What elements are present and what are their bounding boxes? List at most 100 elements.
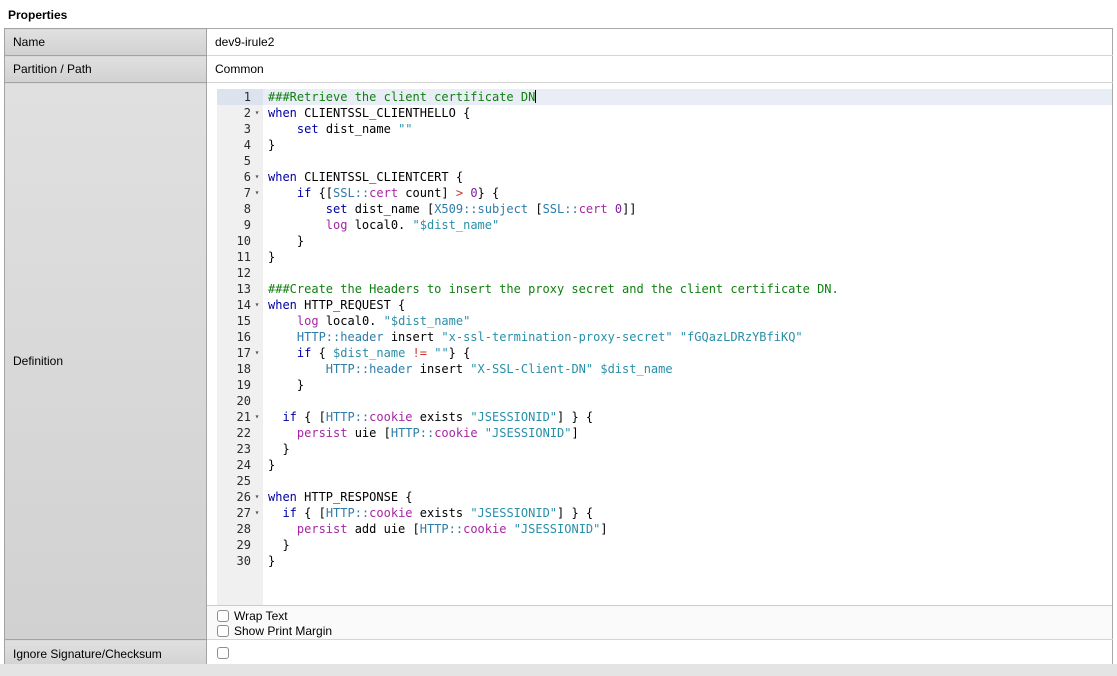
code-line[interactable] xyxy=(263,393,1112,409)
fold-arrow-icon[interactable]: ▾ xyxy=(251,169,263,185)
code-line[interactable]: HTTP::header insert "X-SSL-Client-DN" $d… xyxy=(263,361,1112,377)
line-number[interactable]: 20 xyxy=(217,393,263,409)
code-token: ] xyxy=(572,426,579,440)
line-number[interactable]: 27▾ xyxy=(217,505,263,521)
line-number[interactable]: 8 xyxy=(217,201,263,217)
code-line[interactable] xyxy=(263,153,1112,169)
code-token: ###Create the Headers to insert the prox… xyxy=(268,282,839,296)
line-number[interactable]: 16 xyxy=(217,329,263,345)
line-number[interactable]: 19 xyxy=(217,377,263,393)
line-number[interactable]: 22 xyxy=(217,425,263,441)
fold-arrow-icon[interactable]: ▾ xyxy=(251,409,263,425)
code-line[interactable]: ###Retrieve the client certificate DN xyxy=(263,89,1112,105)
line-number[interactable]: 12 xyxy=(217,265,263,281)
code-line[interactable]: set dist_name "" xyxy=(263,121,1112,137)
show-print-margin-option[interactable]: Show Print Margin xyxy=(217,623,1112,638)
code-editor[interactable]: 12▾3456▾7▾891011121314▾151617▾18192021▾2… xyxy=(217,89,1112,605)
fold-arrow-icon[interactable]: ▾ xyxy=(251,297,263,313)
fold-arrow-icon[interactable]: ▾ xyxy=(251,105,263,121)
code-line[interactable]: when HTTP_RESPONSE { xyxy=(263,489,1112,505)
code-token xyxy=(405,346,412,360)
code-token: } xyxy=(268,234,304,248)
code-token: if xyxy=(297,186,311,200)
code-line[interactable]: HTTP::header insert "x-ssl-termination-p… xyxy=(263,329,1112,345)
line-number[interactable]: 18 xyxy=(217,361,263,377)
line-number[interactable]: 28 xyxy=(217,521,263,537)
line-number[interactable]: 4 xyxy=(217,137,263,153)
code-line[interactable]: } xyxy=(263,233,1112,249)
show-print-margin-checkbox[interactable] xyxy=(217,625,229,637)
line-number[interactable]: 25 xyxy=(217,473,263,489)
line-number[interactable]: 14▾ xyxy=(217,297,263,313)
code-line[interactable]: log local0. "$dist_name" xyxy=(263,313,1112,329)
line-number[interactable]: 7▾ xyxy=(217,185,263,201)
line-number[interactable]: 2▾ xyxy=(217,105,263,121)
code-token: insert xyxy=(413,362,471,376)
line-number[interactable]: 6▾ xyxy=(217,169,263,185)
line-number[interactable]: 11 xyxy=(217,249,263,265)
definition-row: Definition 12▾3456▾7▾891011121314▾151617… xyxy=(5,83,1113,640)
name-row: Name dev9-irule2 xyxy=(5,29,1113,56)
code-line[interactable]: } xyxy=(263,377,1112,393)
code-line[interactable]: } xyxy=(263,441,1112,457)
code-line[interactable]: if { [HTTP::cookie exists "JSESSIONID"] … xyxy=(263,409,1112,425)
line-number[interactable]: 17▾ xyxy=(217,345,263,361)
code-line[interactable]: persist add uie [HTTP::cookie "JSESSIONI… xyxy=(263,521,1112,537)
code-line[interactable]: set dist_name [X509::subject [SSL::cert … xyxy=(263,201,1112,217)
code-token: cookie xyxy=(369,506,412,520)
code-token: add uie [ xyxy=(347,522,419,536)
code-line[interactable]: when HTTP_REQUEST { xyxy=(263,297,1112,313)
code-line[interactable]: } xyxy=(263,457,1112,473)
code-line[interactable]: } xyxy=(263,137,1112,153)
wrap-text-option[interactable]: Wrap Text xyxy=(217,608,1112,623)
name-label: Name xyxy=(5,29,207,56)
code-token xyxy=(268,314,297,328)
line-number[interactable]: 10 xyxy=(217,233,263,249)
line-number[interactable]: 15 xyxy=(217,313,263,329)
ignore-signature-checkbox[interactable] xyxy=(217,647,229,659)
code-token: {[ xyxy=(311,186,333,200)
code-line[interactable]: when CLIENTSSL_CLIENTCERT { xyxy=(263,169,1112,185)
code-line[interactable] xyxy=(263,265,1112,281)
code-line[interactable]: ###Create the Headers to insert the prox… xyxy=(263,281,1112,297)
line-number[interactable]: 3 xyxy=(217,121,263,137)
code-line[interactable]: when CLIENTSSL_CLIENTHELLO { xyxy=(263,105,1112,121)
code-line[interactable]: if { $dist_name != ""} { xyxy=(263,345,1112,361)
fold-arrow-icon[interactable]: ▾ xyxy=(251,185,263,201)
fold-arrow-icon[interactable]: ▾ xyxy=(251,345,263,361)
line-number[interactable]: 5 xyxy=(217,153,263,169)
properties-page: Properties Name dev9-irule2 Partition / … xyxy=(0,0,1117,664)
code-token xyxy=(268,202,326,216)
line-number[interactable]: 9 xyxy=(217,217,263,233)
wrap-text-checkbox[interactable] xyxy=(217,610,229,622)
line-number[interactable]: 21▾ xyxy=(217,409,263,425)
code-line[interactable]: if { [HTTP::cookie exists "JSESSIONID"] … xyxy=(263,505,1112,521)
text-cursor xyxy=(535,90,536,103)
code-token xyxy=(268,218,326,232)
line-number[interactable]: 23 xyxy=(217,441,263,457)
code-line[interactable]: } xyxy=(263,553,1112,569)
code-line[interactable] xyxy=(263,473,1112,489)
code-line[interactable]: log local0. "$dist_name" xyxy=(263,217,1112,233)
code-token: { xyxy=(311,346,333,360)
code-line[interactable]: } xyxy=(263,249,1112,265)
code-line[interactable]: } xyxy=(263,537,1112,553)
line-number[interactable]: 1 xyxy=(217,89,263,105)
code-line[interactable]: persist uie [HTTP::cookie "JSESSIONID"] xyxy=(263,425,1112,441)
fold-arrow-icon[interactable]: ▾ xyxy=(251,505,263,521)
line-number[interactable]: 24 xyxy=(217,457,263,473)
line-number[interactable]: 26▾ xyxy=(217,489,263,505)
code-token: "X-SSL-Client-DN" xyxy=(470,362,593,376)
editor-code[interactable]: ###Retrieve the client certificate DNwhe… xyxy=(263,89,1112,605)
code-token: cert xyxy=(579,202,608,216)
line-number[interactable]: 30 xyxy=(217,553,263,569)
code-token: local0. xyxy=(347,218,412,232)
name-value: dev9-irule2 xyxy=(207,29,1113,56)
code-token: local0. xyxy=(319,314,384,328)
code-line[interactable]: if {[SSL::cert count] > 0} { xyxy=(263,185,1112,201)
code-token: HTTP_RESPONSE { xyxy=(297,490,413,504)
code-token xyxy=(268,186,297,200)
line-number[interactable]: 13 xyxy=(217,281,263,297)
fold-arrow-icon[interactable]: ▾ xyxy=(251,489,263,505)
line-number[interactable]: 29 xyxy=(217,537,263,553)
